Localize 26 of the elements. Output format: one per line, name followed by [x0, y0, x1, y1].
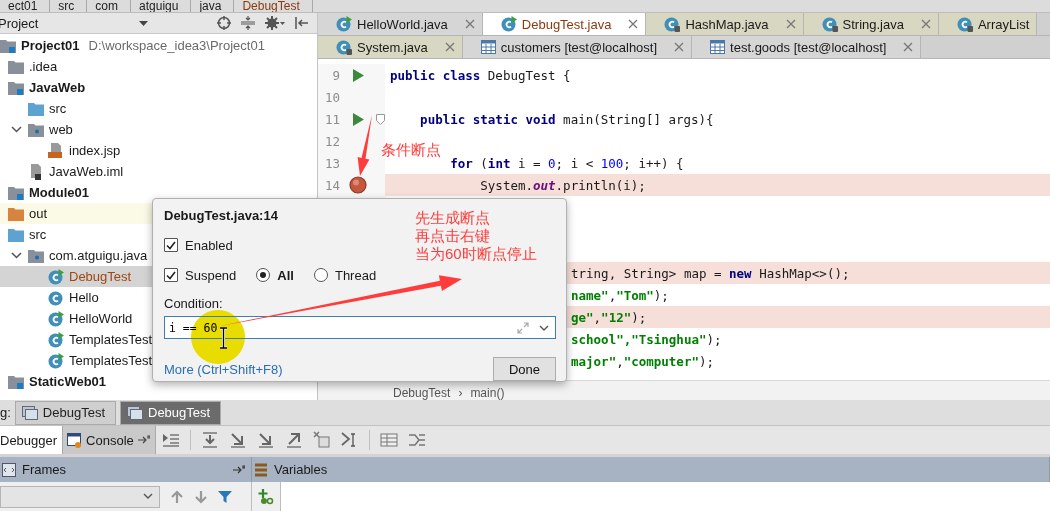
code-line: major","computer");	[571, 353, 714, 369]
code-line: for (int i = 0; i < 100; i++) {	[449, 155, 684, 171]
annotation-text: 先生成断点	[415, 209, 491, 227]
code-line: System.out.println(i);	[479, 177, 646, 193]
line-number: 12	[323, 133, 340, 149]
annotation-text: 再点击右键	[415, 227, 491, 245]
code-line: name","Tom");	[571, 287, 669, 303]
debug-label: g:	[0, 405, 11, 420]
code-line: public static void main(String[] args){	[419, 111, 714, 127]
line-number: 11	[323, 111, 340, 127]
line-number: 10	[323, 89, 340, 105]
code-line: ge","12");	[571, 309, 647, 325]
condition-label: Condition:	[164, 296, 224, 311]
breadcrumb-separator: ›	[458, 385, 463, 400]
panel-title: Frames	[22, 462, 67, 477]
code-line: public class DebugTest {	[390, 67, 571, 83]
line-number: 13	[323, 155, 340, 171]
line-number: 9	[331, 67, 340, 83]
code-line: tring, String> map = new HashMap<>();	[571, 265, 850, 281]
line-number: 14	[323, 177, 340, 193]
popup-title: DebugTest.java:14	[164, 208, 278, 224]
project-path: D:\workspace_idea3\Project01	[88, 38, 265, 53]
panel-title: Variables	[274, 462, 328, 477]
code-line: school","Tsinghua");	[571, 331, 722, 347]
annotation-label: 条件断点	[381, 141, 441, 159]
annotation-text: 当为60时断点停止	[415, 245, 537, 263]
